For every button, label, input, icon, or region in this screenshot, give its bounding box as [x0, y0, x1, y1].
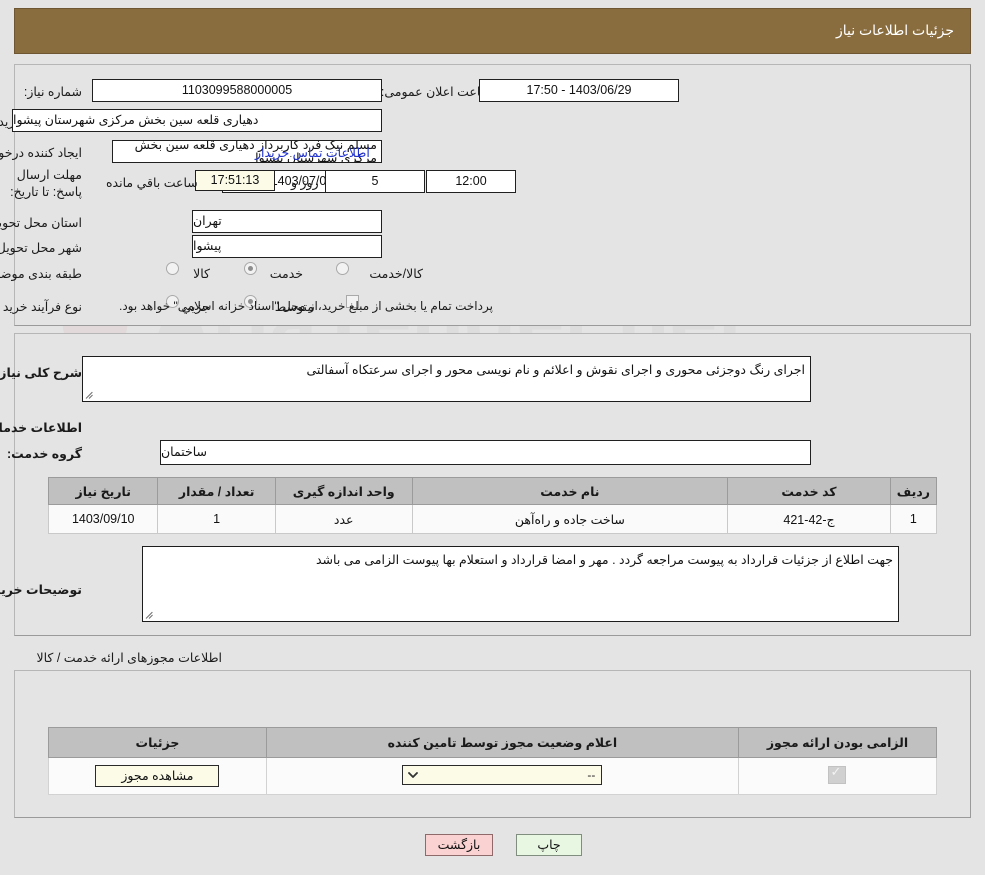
col-service-code: کد خدمت — [727, 477, 891, 505]
city-label: شهر محل تحویل: — [0, 241, 82, 255]
radio-category-khedmat[interactable] — [244, 262, 257, 275]
permit-status-value: -- — [587, 767, 596, 782]
deadline-time-field: 12:00 — [426, 170, 516, 193]
permits-table-header-row: الزامی بودن ارائه مجوز اعلام وضعیت مجوز … — [48, 727, 938, 758]
back-button[interactable]: بازگشت — [425, 834, 493, 856]
description-text: اجرای رنگ دوجزئی محوری و اجرای نقوش و اع… — [306, 363, 805, 377]
days-label: روز و — [291, 176, 319, 190]
days-remaining-field: 5 — [325, 170, 425, 193]
cell-need-date: 1403/09/10 — [47, 504, 159, 534]
radio-label-khedmat: خدمت — [269, 267, 303, 281]
city-value: پیشوا — [192, 235, 382, 258]
services-table: ردیف کد خدمت نام خدمت واحد اندازه گیری ت… — [47, 477, 938, 534]
radio-category-kala[interactable] — [166, 262, 179, 275]
permits-table: الزامی بودن ارائه مجوز اعلام وضعیت مجوز … — [48, 727, 938, 795]
title-bar: جزئیات اطلاعات نیاز — [14, 8, 971, 54]
buyer-notes-text: جهت اطلاع از جزئیات قرارداد به پیوست مرا… — [315, 553, 893, 567]
print-button[interactable]: چاپ — [516, 834, 582, 856]
service-group-value: ساختمان — [160, 440, 811, 465]
permit-status-dropdown[interactable]: -- — [402, 764, 603, 785]
col-radif: ردیف — [889, 477, 938, 505]
province-label: استان محل تحویل: — [0, 216, 82, 230]
cell-unit: عدد — [274, 504, 413, 534]
announce-datetime-field: 1403/06/29 - 17:50 — [479, 79, 679, 102]
need-info-panel — [14, 64, 971, 326]
deadline-label: مهلت ارسال پاسخ: تا تاریخ: — [2, 167, 82, 201]
radio-label-kala: کالا — [193, 267, 210, 281]
deadline-label-text: مهلت ارسال پاسخ: تا تاریخ: — [10, 168, 82, 199]
cell-service-code: ج-42-421 — [727, 504, 891, 534]
buyer-org-value: دهیاری قلعه سین بخش مرکزی شهرستان پیشوا — [12, 109, 382, 132]
category-label: طبقه بندی موضوعی: — [0, 267, 82, 281]
process-label: نوع فرآیند خرید : — [0, 300, 82, 314]
buyer-contact-link[interactable]: اطلاعات تماس خریدار — [255, 145, 370, 160]
treasury-bonds-label: پرداخت تمام یا بخشی از مبلغ خرید،از محل … — [119, 299, 493, 313]
cell-quantity: 1 — [157, 504, 276, 534]
col-need-date: تاریخ نیاز — [47, 477, 159, 505]
radio-label-kala-khedmat: کالا/خدمت — [369, 267, 423, 281]
chevron-down-icon — [408, 771, 419, 778]
col-service-name: نام خدمت — [411, 477, 729, 505]
view-permit-button[interactable]: مشاهده مجوز — [95, 765, 220, 787]
col-unit: واحد اندازه گیری — [274, 477, 413, 505]
province-value: تهران — [192, 210, 382, 233]
cell-radif: 1 — [889, 504, 938, 534]
resize-grip-icon[interactable] — [85, 390, 95, 400]
radio-category-kala-khedmat[interactable] — [336, 262, 349, 275]
need-number-label: شماره نیاز: — [23, 85, 82, 99]
permit-required-checkbox — [828, 764, 847, 784]
countdown-label: ساعت باقي مانده — [106, 176, 198, 190]
col-permit-details: جزئیات — [48, 727, 267, 758]
permits-section-title: اطلاعات مجوزهای ارائه خدمت / کالا — [36, 651, 222, 665]
cell-permit-required — [737, 757, 938, 795]
countdown-field: 17:51:13 — [195, 170, 275, 191]
requester-label: ایجاد کننده درخواست: — [0, 146, 82, 160]
page-title: جزئیات اطلاعات نیاز — [835, 22, 954, 38]
services-section-title: اطلاعات خدمات مورد نیاز — [0, 421, 82, 435]
col-quantity: تعداد / مقدار — [157, 477, 276, 505]
page-root: AriaTender.net جزئیات اطلاعات نیاز شماره… — [0, 0, 985, 875]
resize-grip-icon[interactable] — [145, 610, 155, 620]
service-group-label: گروه خدمت: — [6, 447, 82, 461]
cell-permit-details: مشاهده مجوز — [48, 757, 267, 795]
table-row: -- مشاهده مجوز — [48, 757, 938, 795]
services-table-header-row: ردیف کد خدمت نام خدمت واحد اندازه گیری ت… — [47, 477, 938, 505]
description-textarea[interactable]: اجرای رنگ دوجزئی محوری و اجرای نقوش و اع… — [82, 356, 811, 402]
col-permit-status: اعلام وضعیت مجوز توسط تامین کننده — [265, 727, 739, 758]
buyer-notes-label: توضیحات خریدار: — [0, 583, 82, 597]
table-row: 1 ج-42-421 ساخت جاده و راه‌آهن عدد 1 140… — [47, 504, 938, 534]
col-permit-required: الزامی بودن ارائه مجوز — [737, 727, 938, 758]
cell-service-name: ساخت جاده و راه‌آهن — [411, 504, 729, 534]
cell-permit-status: -- — [265, 757, 739, 795]
need-number-value: 1103099588000005 — [92, 79, 382, 102]
description-label: شرح کلی نیاز: — [0, 366, 82, 380]
buyer-notes-textarea[interactable]: جهت اطلاع از جزئیات قرارداد به پیوست مرا… — [142, 546, 899, 622]
